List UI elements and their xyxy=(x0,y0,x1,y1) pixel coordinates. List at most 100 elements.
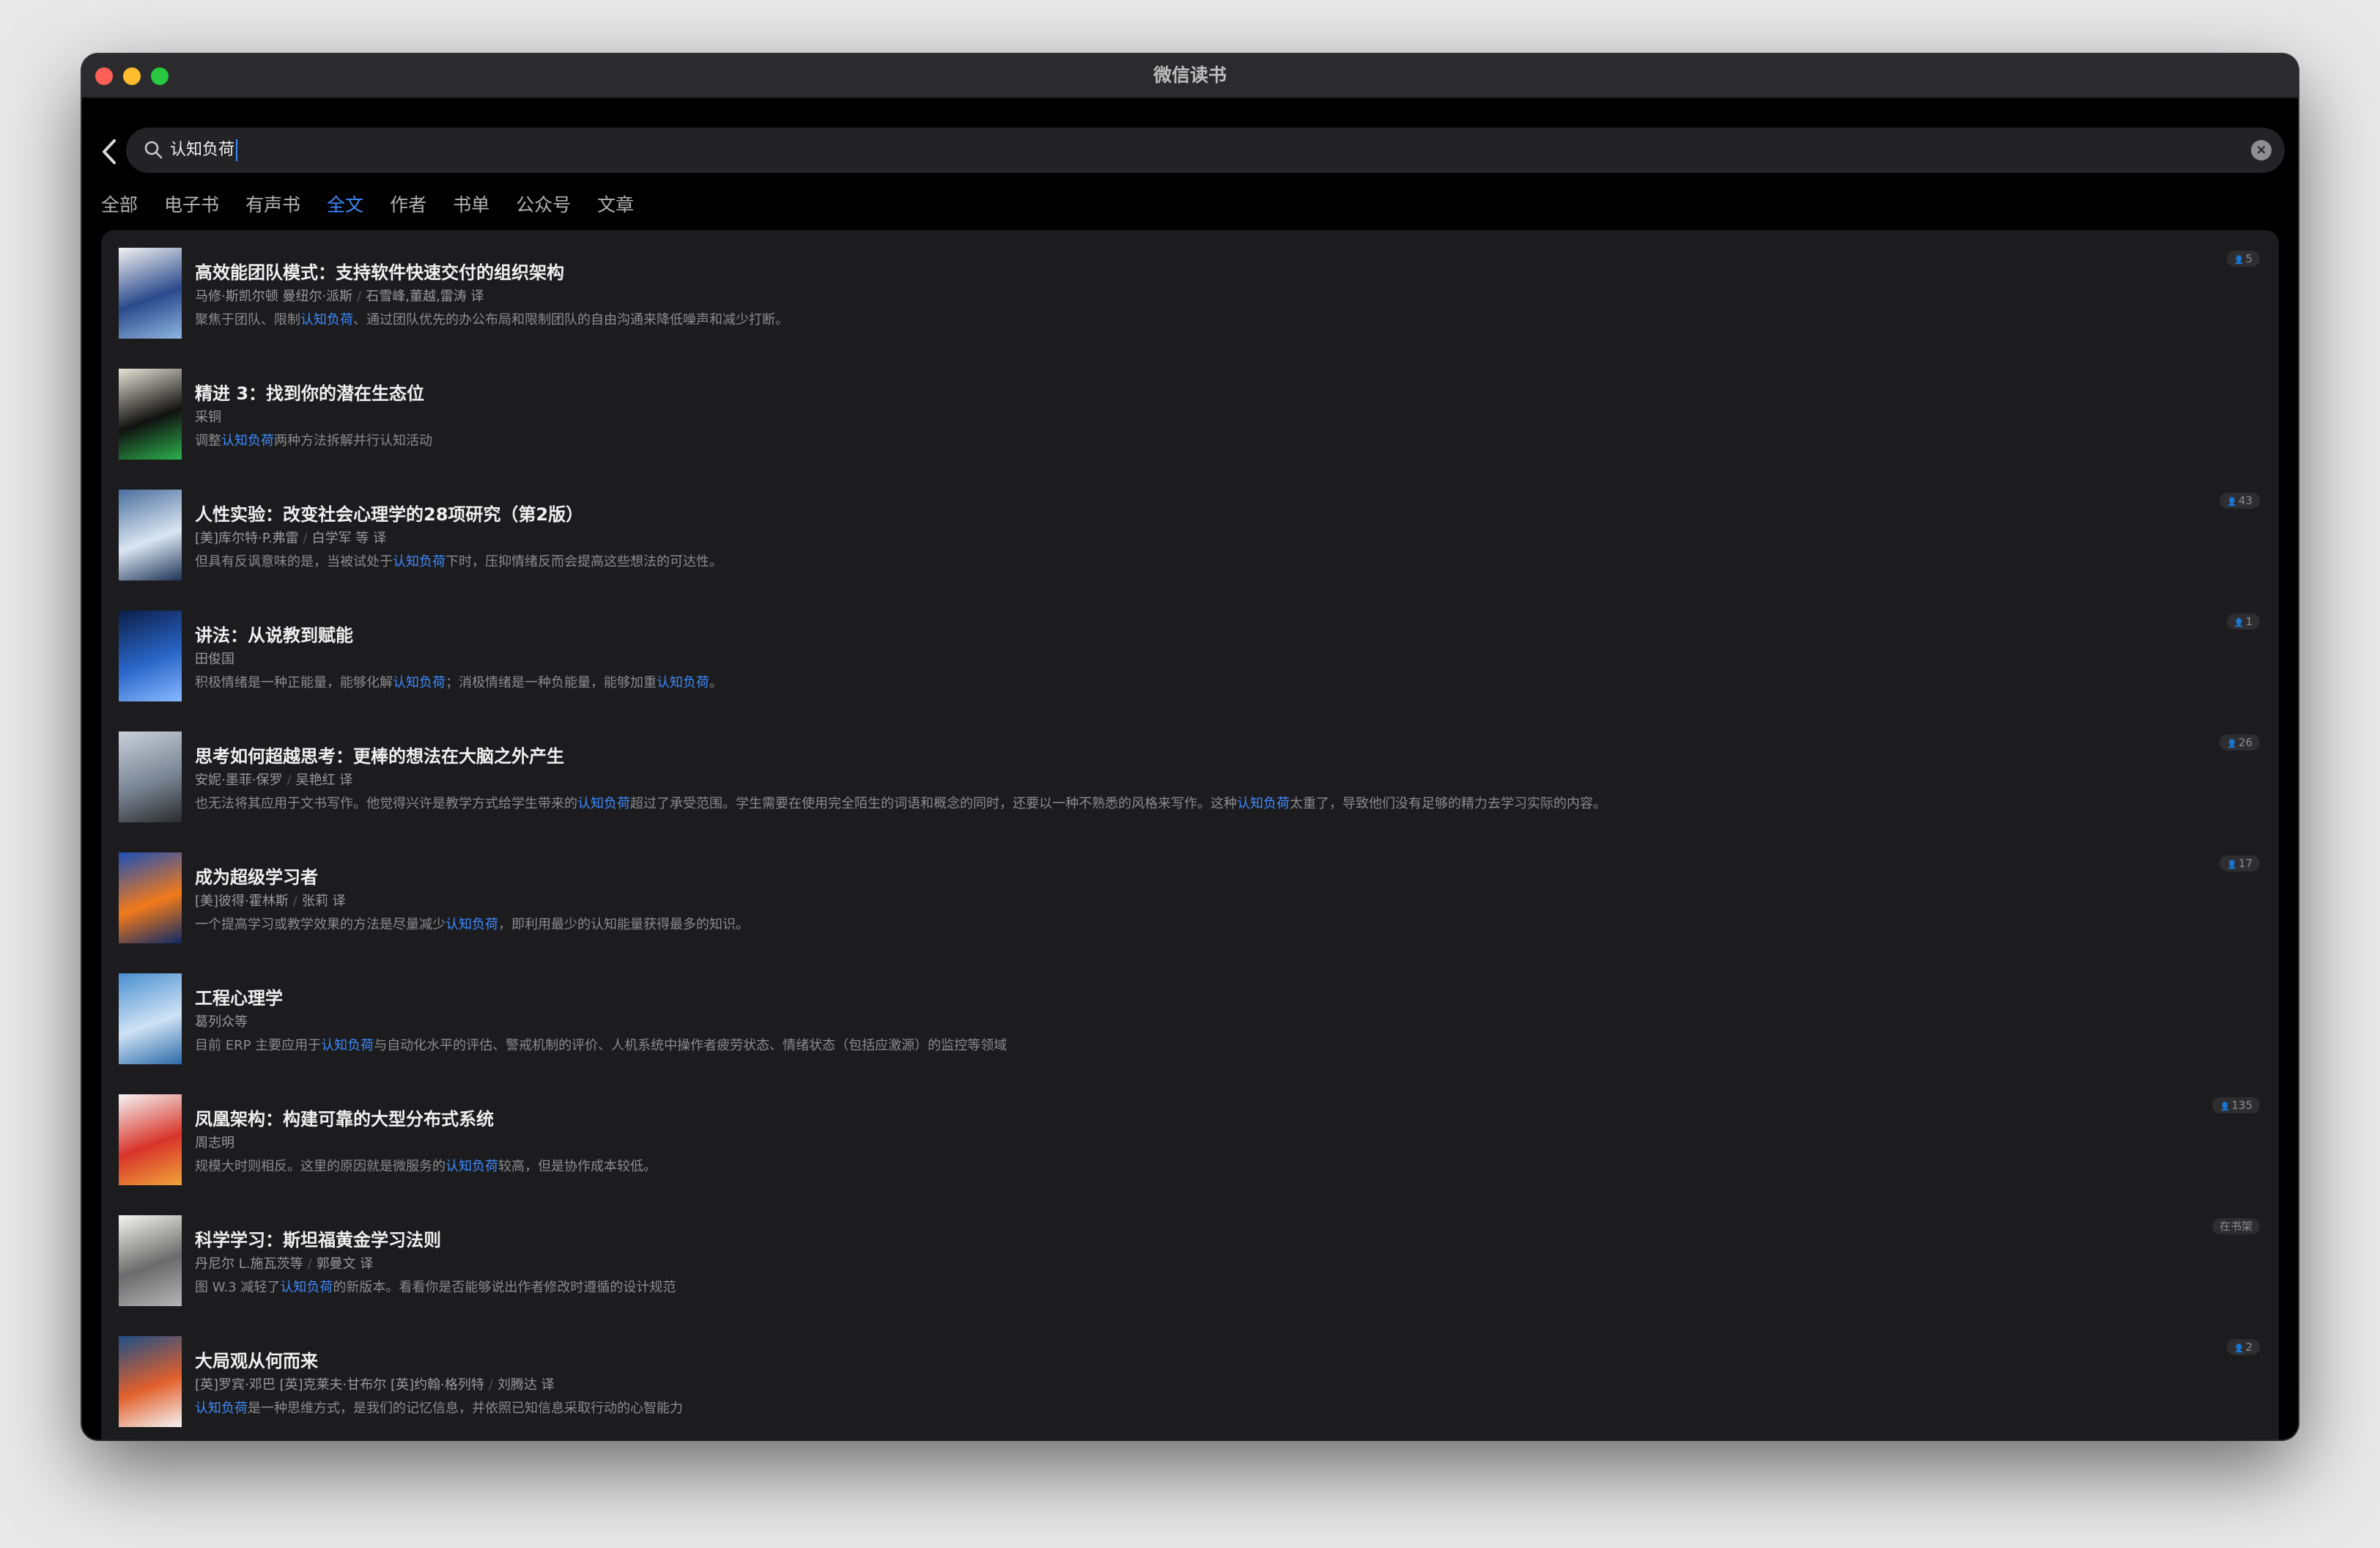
book-result-item[interactable]: 讲法：从说教到赋能田俊国积极情绪是一种正能量，能够化解认知负荷；消极情绪是一种负… xyxy=(101,593,2279,714)
book-result-item[interactable]: 人性实验：改变社会心理学的28项研究（第2版） [美]库尔特·P.弗雷 / 白学军 等… xyxy=(101,472,2279,593)
tab-2[interactable]: 有声书 xyxy=(245,191,300,220)
book-cover[interactable] xyxy=(119,369,182,460)
book-translator: 张莉 译 xyxy=(301,893,346,909)
tab-4[interactable]: 作者 xyxy=(390,191,426,220)
text-caret xyxy=(236,139,238,161)
snippet-text: 调整 xyxy=(195,433,221,449)
book-cover[interactable] xyxy=(119,1336,182,1427)
book-cover[interactable] xyxy=(119,248,182,339)
highlighted-keyword: 认知负荷 xyxy=(321,1038,374,1053)
book-cover[interactable] xyxy=(119,973,182,1064)
category-tabs: 全部 电子书 有声书 全文 作者 书单 公众号 文章 xyxy=(101,191,660,220)
highlighted-keyword: 认知负荷 xyxy=(300,312,353,328)
snippet-text: 下时，压抑情绪反而会提高这些想法的可达性。 xyxy=(446,554,722,570)
tab-5[interactable]: 书单 xyxy=(453,191,489,220)
book-title[interactable]: 思考如何超越思考：更棒的想法在大脑之外产生 xyxy=(195,742,564,767)
highlighted-keyword: 认知负荷 xyxy=(393,675,446,690)
book-author: 安妮·墨菲·保罗 xyxy=(195,773,283,788)
tab-6[interactable]: 公众号 xyxy=(516,191,571,220)
snippet-text: 是一种思维方式，是我们的记忆信息，并依照已知信息采取行动的心智能力 xyxy=(248,1401,683,1416)
match-snippet: 但具有反讽意味的是，当被试处于认知负荷下时，压抑情绪反而会提高这些想法的可达性。 xyxy=(195,551,722,570)
book-title[interactable]: 讲法：从说教到赋能 xyxy=(195,621,353,646)
book-translator: 吴艳红 译 xyxy=(295,773,353,788)
badge-text: 1 xyxy=(2245,615,2252,628)
book-cover[interactable] xyxy=(119,1094,182,1185)
book-result-item[interactable]: 科学学习：斯坦福黄金学习法则 丹尼尔 L.施瓦茨等 / 郭曼文 译图 W.3 减轻了认… xyxy=(101,1198,2279,1319)
match-snippet: 认知负荷是一种思维方式，是我们的记忆信息，并依照已知信息采取行动的心智能力 xyxy=(195,1398,683,1417)
book-cover[interactable] xyxy=(119,731,182,822)
tab-0[interactable]: 全部 xyxy=(101,191,138,220)
book-result-item[interactable]: 精进 3：找到你的潜在生态位 采铜 调整认知负荷两种方法拆解并行认知活动 xyxy=(101,351,2279,472)
highlighted-keyword: 认知负荷 xyxy=(446,917,498,932)
book-author: 丹尼尔 L.施瓦茨等 xyxy=(195,1256,303,1272)
book-result-item[interactable]: 高效能团队模式：支持软件快速交付的组织架构 马修·斯凯尔顿 曼纽尔·派斯 / 石雪峰,… xyxy=(101,230,2279,351)
person-icon: 👤 xyxy=(2233,618,2246,627)
book-author-line: 安妮·墨菲·保罗 / 吴艳红 译 xyxy=(195,770,352,789)
book-author-line: 周志明 xyxy=(195,1132,234,1151)
book-result-item[interactable]: 成为超级学习者 [美]彼得·霍林斯 / 张莉 译一个提高学习或教学效果的方法是尽量减少… xyxy=(101,835,2279,956)
clear-search-button[interactable]: × xyxy=(2251,140,2272,161)
book-title[interactable]: 大局观从何而来 xyxy=(195,1346,318,1372)
book-author-line: [英]罗宾·邓巴 [英]克莱夫·甘布尔 [英]约翰·格列特 / 刘腾达 译 xyxy=(195,1374,555,1393)
tab-7[interactable]: 文章 xyxy=(597,191,634,220)
book-cover[interactable] xyxy=(119,852,182,943)
person-icon: 👤 xyxy=(2233,1344,2246,1353)
match-snippet: 目前 ERP 主要应用于认知负荷与自动化水平的评估、警戒机制的评价、人机系统中操… xyxy=(195,1035,1007,1054)
snippet-text: 但具有反讽意味的是，当被试处于 xyxy=(195,554,393,570)
book-title[interactable]: 人性实验：改变社会心理学的28项研究（第2版） xyxy=(195,500,583,526)
snippet-text: 规模大时则相反。这里的原因就是微服务的 xyxy=(195,1159,446,1174)
author-separator: / xyxy=(357,289,362,304)
book-author: 周志明 xyxy=(195,1135,234,1151)
snippet-text: 图 W.3 减轻了 xyxy=(195,1280,281,1295)
book-result-item[interactable]: 凤凰架构：构建可靠的大型分布式系统 周志明 规模大时则相反。这里的原因就是微服务的认… xyxy=(101,1077,2279,1198)
tab-1[interactable]: 电子书 xyxy=(164,191,219,220)
title-bar: 微信读书 xyxy=(82,54,2298,98)
chevron-left-icon xyxy=(103,139,116,164)
snippet-text: 超过了承受范围。学生需要在使用完全陌生的词语和概念的同时，还要以一种不熟悉的风格… xyxy=(630,796,1237,811)
book-title[interactable]: 精进 3：找到你的潜在生态位 xyxy=(195,379,424,405)
badge-text: 43 xyxy=(2238,494,2252,507)
match-snippet: 积极情绪是一种正能量，能够化解认知负荷；消极情绪是一种负能量，能够加重认知负荷。 xyxy=(195,672,722,691)
book-title[interactable]: 高效能团队模式：支持软件快速交付的组织架构 xyxy=(195,258,564,284)
book-author: 田俊国 xyxy=(195,652,234,667)
book-translator: 刘腾达 译 xyxy=(497,1377,555,1393)
back-button[interactable] xyxy=(92,133,129,170)
book-translator: 白学军 等 译 xyxy=(311,531,387,546)
book-cover[interactable] xyxy=(119,611,182,701)
highlighted-keyword: 认知负荷 xyxy=(393,554,446,570)
book-result-item[interactable]: 大局观从何而来 [英]罗宾·邓巴 [英]克莱夫·甘布尔 [英]约翰·格列特 / 刘腾达… xyxy=(101,1319,2279,1440)
book-author-line: 丹尼尔 L.施瓦茨等 / 郭曼文 译 xyxy=(195,1253,373,1272)
book-cover[interactable] xyxy=(119,1215,182,1306)
badge-text: 135 xyxy=(2231,1099,2252,1112)
match-snippet: 一个提高学习或教学效果的方法是尽量减少认知负荷，即利用最少的认知能量获得最多的知… xyxy=(195,914,749,933)
person-icon: 👤 xyxy=(2227,860,2239,869)
tab-3[interactable]: 全文 xyxy=(327,191,363,220)
snippet-text: 目前 ERP 主要应用于 xyxy=(195,1038,322,1053)
search-input[interactable]: 认知负荷 xyxy=(170,128,238,173)
reader-count-badge: 👤 26 xyxy=(2220,734,2260,751)
book-author: 葛列众等 xyxy=(195,1014,248,1030)
highlighted-keyword: 认知负荷 xyxy=(657,675,709,690)
reader-count-badge: 👤 1 xyxy=(2226,613,2260,630)
book-title[interactable]: 科学学习：斯坦福黄金学习法则 xyxy=(195,1226,441,1251)
search-query: 认知负荷 xyxy=(170,141,235,159)
reader-count-badge: 👤 43 xyxy=(2220,493,2260,509)
highlighted-keyword: 认知负荷 xyxy=(195,1401,248,1416)
author-separator: / xyxy=(292,893,298,909)
snippet-text: ，即利用最少的认知能量获得最多的知识。 xyxy=(498,917,749,932)
person-icon: 👤 xyxy=(2233,255,2246,265)
author-separator: / xyxy=(488,1377,493,1393)
reader-count-badge: 👤 5 xyxy=(2226,251,2260,267)
book-author: 采铜 xyxy=(195,410,221,425)
book-result-item[interactable]: 思考如何超越思考：更棒的想法在大脑之外产生 安妮·墨菲·保罗 / 吴艳红 译也无法将其… xyxy=(101,714,2279,835)
book-cover[interactable] xyxy=(119,490,182,580)
book-result-item[interactable]: 工程心理学葛列众等目前 ERP 主要应用于认知负荷与自动化水平的评估、警戒机制的… xyxy=(101,956,2279,1077)
book-title[interactable]: 工程心理学 xyxy=(195,984,283,1009)
badge-text: 26 xyxy=(2238,736,2252,749)
app-window: 微信读书 认知负荷 × 全部 电子书 有声书 全文 作者 书单 公众号 文章 高效能团队模式：… xyxy=(82,54,2298,1440)
book-title[interactable]: 成为超级学习者 xyxy=(195,863,318,888)
author-separator: / xyxy=(303,531,308,546)
book-author-line: [美]彼得·霍林斯 / 张莉 译 xyxy=(195,891,346,910)
book-title[interactable]: 凤凰架构：构建可靠的大型分布式系统 xyxy=(195,1105,494,1130)
search-bar[interactable]: 认知负荷 × xyxy=(126,128,2285,173)
